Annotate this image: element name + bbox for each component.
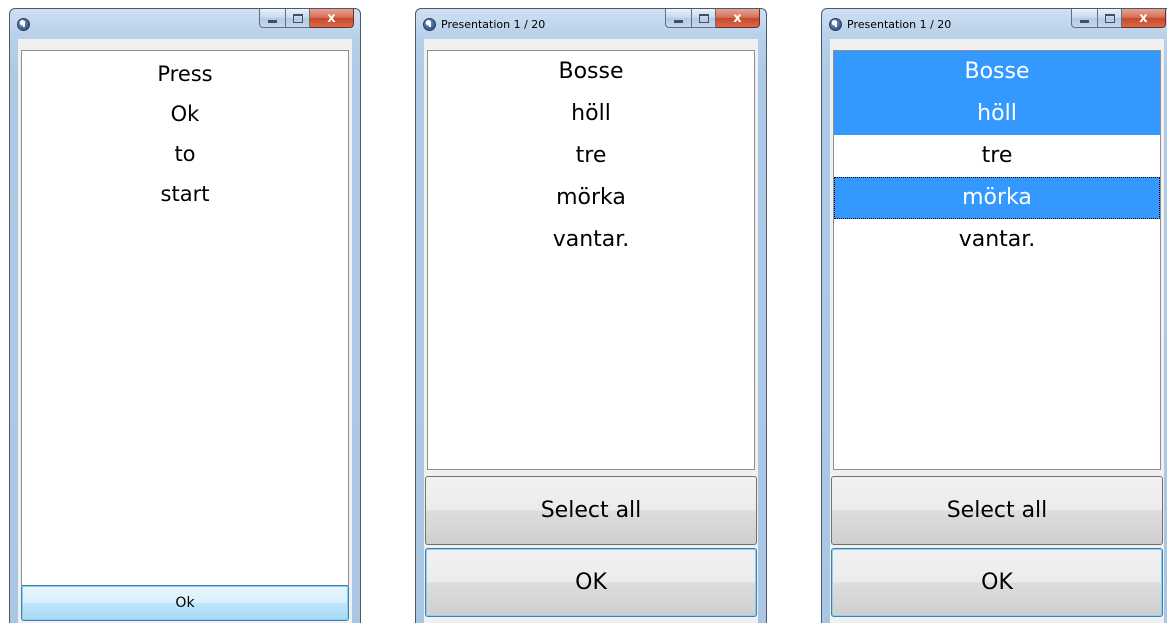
start-window: x Press Ok to start Ok — [9, 8, 361, 623]
maximize-button[interactable] — [691, 9, 716, 28]
word-item[interactable]: tre — [834, 135, 1160, 177]
word-list: Bosse höll tre mörka vantar. — [833, 50, 1161, 470]
window-title: Presentation 1 / 20 — [847, 18, 952, 31]
word-item[interactable]: höll — [834, 93, 1160, 135]
client-area: Bosse höll tre mörka vantar. Select all … — [424, 39, 758, 623]
start-message-line: start — [160, 182, 210, 206]
word-item[interactable]: mörka — [834, 177, 1160, 219]
maximize-icon — [1104, 13, 1115, 23]
title-bar[interactable]: Presentation 1 / 20 x — [822, 9, 1167, 39]
maximize-icon — [698, 13, 709, 23]
title-bar[interactable]: x — [10, 9, 360, 39]
close-button[interactable]: x — [716, 9, 760, 28]
close-icon: x — [1139, 10, 1148, 26]
word-item[interactable]: höll — [428, 93, 754, 135]
title-bar[interactable]: Presentation 1 / 20 x — [416, 9, 766, 39]
close-button[interactable]: x — [1122, 9, 1166, 28]
close-icon: x — [733, 10, 742, 26]
minimize-button[interactable] — [1071, 9, 1097, 28]
ok-button[interactable]: OK — [831, 548, 1163, 617]
maximize-button[interactable] — [285, 9, 310, 28]
minimize-button[interactable] — [259, 9, 285, 28]
ok-button[interactable]: Ok — [21, 585, 349, 621]
word-item[interactable]: vantar. — [834, 219, 1160, 261]
start-message-line: to — [174, 142, 196, 166]
app-icon[interactable] — [17, 18, 30, 31]
ok-button[interactable]: OK — [425, 548, 757, 617]
client-area: Press Ok to start Ok — [18, 39, 352, 623]
word-item[interactable]: Bosse — [834, 51, 1160, 93]
client-area: Bosse höll tre mörka vantar. Select all … — [830, 39, 1164, 623]
start-message-panel: Press Ok to start — [21, 50, 349, 586]
window-title: Presentation 1 / 20 — [441, 18, 546, 31]
minimize-icon — [268, 19, 277, 23]
word-item[interactable]: Bosse — [428, 51, 754, 93]
word-item[interactable]: tre — [428, 135, 754, 177]
word-item[interactable]: mörka — [428, 177, 754, 219]
caption-buttons: x — [1071, 9, 1166, 28]
maximize-icon — [292, 13, 303, 23]
minimize-icon — [1080, 19, 1089, 23]
app-icon[interactable] — [829, 18, 842, 31]
start-message-line: Ok — [170, 102, 200, 126]
select-all-button[interactable]: Select all — [425, 476, 757, 545]
maximize-button[interactable] — [1097, 9, 1122, 28]
app-icon[interactable] — [423, 18, 436, 31]
presentation-window-selected: Presentation 1 / 20 x Bosse höll tre mör… — [821, 8, 1167, 623]
start-message-line: Press — [157, 62, 213, 86]
close-button[interactable]: x — [310, 9, 354, 28]
presentation-window: Presentation 1 / 20 x Bosse höll tre mör… — [415, 8, 767, 623]
minimize-button[interactable] — [665, 9, 691, 28]
minimize-icon — [674, 19, 683, 23]
caption-buttons: x — [665, 9, 760, 28]
word-item[interactable]: vantar. — [428, 219, 754, 261]
caption-buttons: x — [259, 9, 354, 28]
word-list: Bosse höll tre mörka vantar. — [427, 50, 755, 470]
close-icon: x — [327, 10, 336, 26]
select-all-button[interactable]: Select all — [831, 476, 1163, 545]
